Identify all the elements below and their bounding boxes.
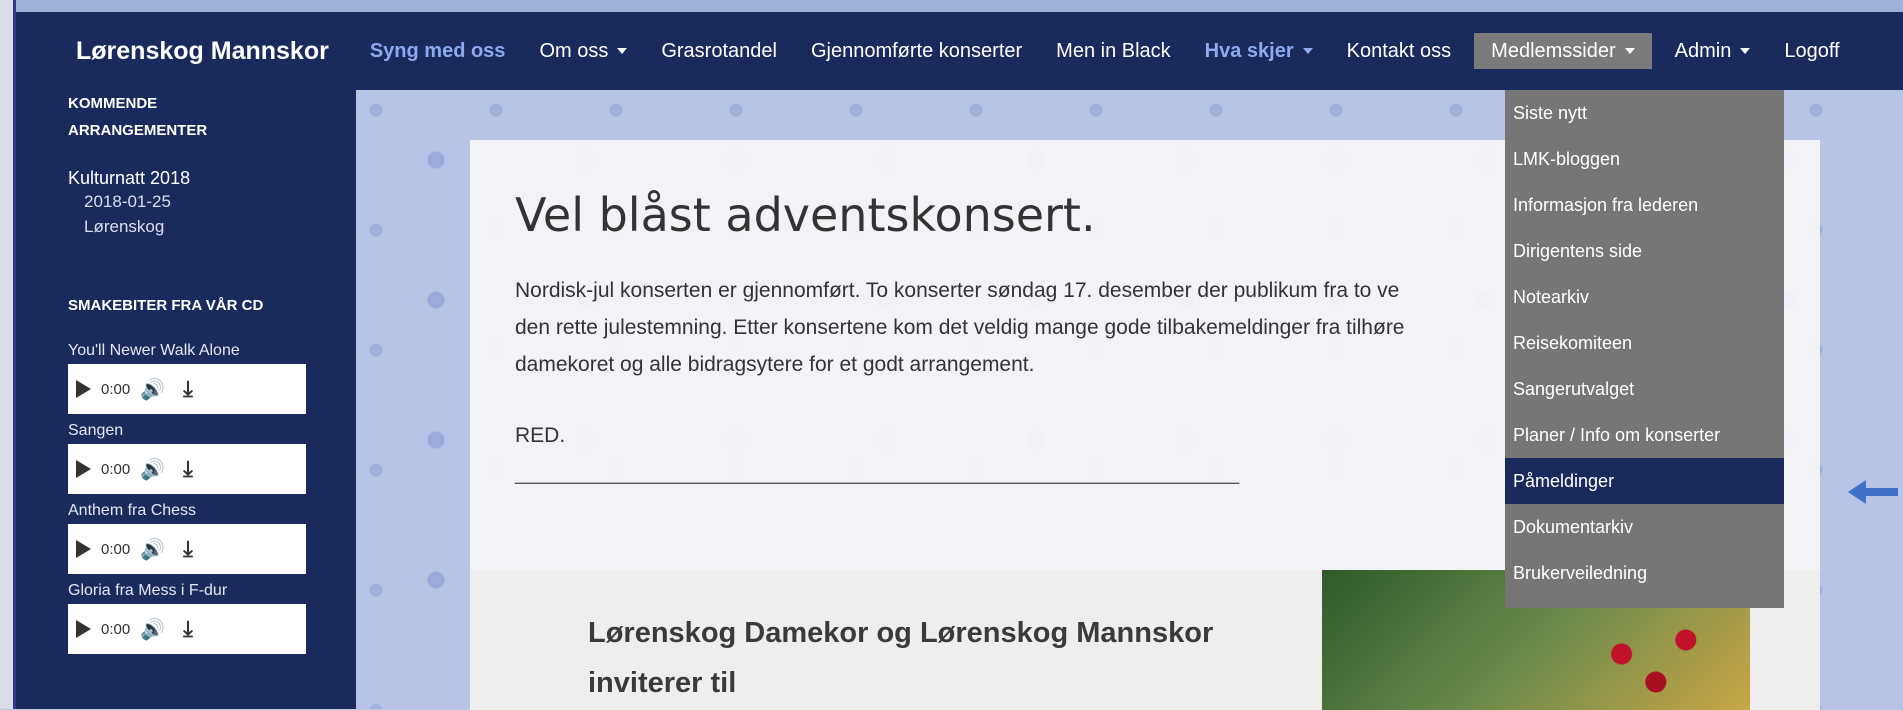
volume-icon[interactable]: 🔊 (140, 457, 165, 482)
caret-down-icon (1624, 48, 1635, 54)
dropdown-item-notearkiv[interactable]: Notearkiv (1505, 274, 1784, 320)
audio-player: 0:00 🔊 ⤓ (68, 444, 306, 494)
player-time: 0:00 (101, 380, 131, 398)
play-icon[interactable] (76, 460, 91, 478)
dropdown-item-reisekomiteen[interactable]: Reisekomiteen (1505, 320, 1784, 366)
dropdown-item-brukerveiledning[interactable]: Brukerveiledning (1505, 550, 1784, 596)
download-icon[interactable]: ⤓ (183, 616, 193, 642)
event-title[interactable]: Kulturnatt 2018 (68, 168, 356, 189)
event-place: Lørenskog (84, 217, 165, 236)
track-title: Sangen (68, 422, 124, 439)
nav-men-in-black[interactable]: Men in Black (1039, 12, 1188, 90)
nav-label: Grasrotandel (661, 39, 777, 62)
poster-line: inviterer til (588, 667, 737, 699)
track-title: Gloria fra Mess i F-dur (68, 582, 228, 599)
player-time: 0:00 (101, 540, 131, 558)
nav-label: Om oss (539, 39, 609, 62)
download-icon[interactable]: ⤓ (183, 376, 193, 402)
nav-label: Men in Black (1056, 39, 1171, 62)
nav-medlemssider[interactable]: Medlemssider (1474, 33, 1652, 69)
caret-down-icon (1740, 48, 1751, 54)
play-icon[interactable] (76, 620, 91, 638)
nav-label: Medlemssider (1491, 39, 1616, 62)
site-brand[interactable]: Lørenskog Mannskor (76, 37, 329, 66)
audio-player: 0:00 🔊 ⤓ (68, 364, 306, 414)
dropdown-item-dokumentarkiv[interactable]: Dokumentarkiv (1505, 504, 1784, 550)
nav-label: Hva skjer (1204, 39, 1294, 62)
nav-label: Admin (1674, 39, 1732, 62)
dropdown-item-lmk-bloggen[interactable]: LMK-bloggen (1505, 136, 1784, 182)
main-navbar: Lørenskog Mannskor Syng med oss Om oss G… (16, 12, 1903, 90)
track-title: You'll Newer Walk Alone (68, 342, 240, 359)
dropdown-item-dirigentens-side[interactable]: Dirigentens side (1505, 228, 1784, 274)
nav-admin[interactable]: Admin (1658, 12, 1768, 90)
nav-kontakt-oss[interactable]: Kontakt oss (1330, 12, 1469, 90)
track-title: Anthem fra Chess (68, 502, 197, 519)
cd-samples-heading: SMAKEBITER FRA VÅR CD (68, 297, 264, 314)
nav-gjennomforte-konserter[interactable]: Gjennomførte konserter (794, 12, 1039, 90)
window-left-edge (0, 0, 16, 709)
nav-om-oss[interactable]: Om oss (522, 12, 644, 90)
dropdown-item-pameldinger[interactable]: Påmeldinger (1505, 458, 1784, 504)
audio-player: 0:00 🔊 ⤓ (68, 524, 306, 574)
top-strip (0, 0, 1903, 12)
nav-hva-skjer[interactable]: Hva skjer (1188, 12, 1330, 90)
poster-text: Lørenskog Damekor og Lørenskog Mannskor … (588, 608, 1213, 708)
dropdown-item-informasjon-fra-lederen[interactable]: Informasjon fra lederen (1505, 182, 1784, 228)
nav-grasrotandel[interactable]: Grasrotandel (644, 12, 794, 90)
pointer-arrow-icon (1848, 480, 1898, 504)
nav-label: Logoff (1784, 39, 1840, 62)
poster-line: Lørenskog Damekor og Lørenskog Mannskor (588, 617, 1214, 649)
player-time: 0:00 (101, 460, 131, 478)
player-time: 0:00 (101, 620, 131, 638)
sidebar: KOMMENDE ARRANGEMENTER Kulturnatt 2018 2… (16, 90, 356, 709)
nav-label: Syng med oss (369, 39, 506, 62)
nav-logoff[interactable]: Logoff (1767, 12, 1856, 90)
download-icon[interactable]: ⤓ (183, 536, 193, 562)
dropdown-item-planer-info[interactable]: Planer / Info om konserter (1505, 412, 1784, 458)
play-icon[interactable] (76, 380, 91, 398)
dropdown-item-sangerutvalget[interactable]: Sangerutvalget (1505, 366, 1784, 412)
dropdown-item-siste-nytt[interactable]: Siste nytt (1505, 90, 1784, 136)
nav-syng-med-oss[interactable]: Syng med oss (353, 12, 523, 90)
volume-icon[interactable]: 🔊 (140, 617, 165, 642)
volume-icon[interactable]: 🔊 (140, 377, 165, 402)
caret-down-icon (1302, 48, 1313, 54)
play-icon[interactable] (76, 540, 91, 558)
medlemssider-dropdown: Siste nytt LMK-bloggen Informasjon fra l… (1505, 90, 1784, 608)
audio-player: 0:00 🔊 ⤓ (68, 604, 306, 654)
volume-icon[interactable]: 🔊 (140, 537, 165, 562)
upcoming-events-heading: KOMMENDE ARRANGEMENTER (68, 95, 208, 139)
nav-label: Gjennomførte konserter (810, 39, 1023, 62)
nav-label: Kontakt oss (1346, 39, 1452, 62)
download-icon[interactable]: ⤓ (183, 456, 193, 482)
caret-down-icon (617, 48, 628, 54)
event-date: 2018-01-25 (84, 192, 171, 211)
